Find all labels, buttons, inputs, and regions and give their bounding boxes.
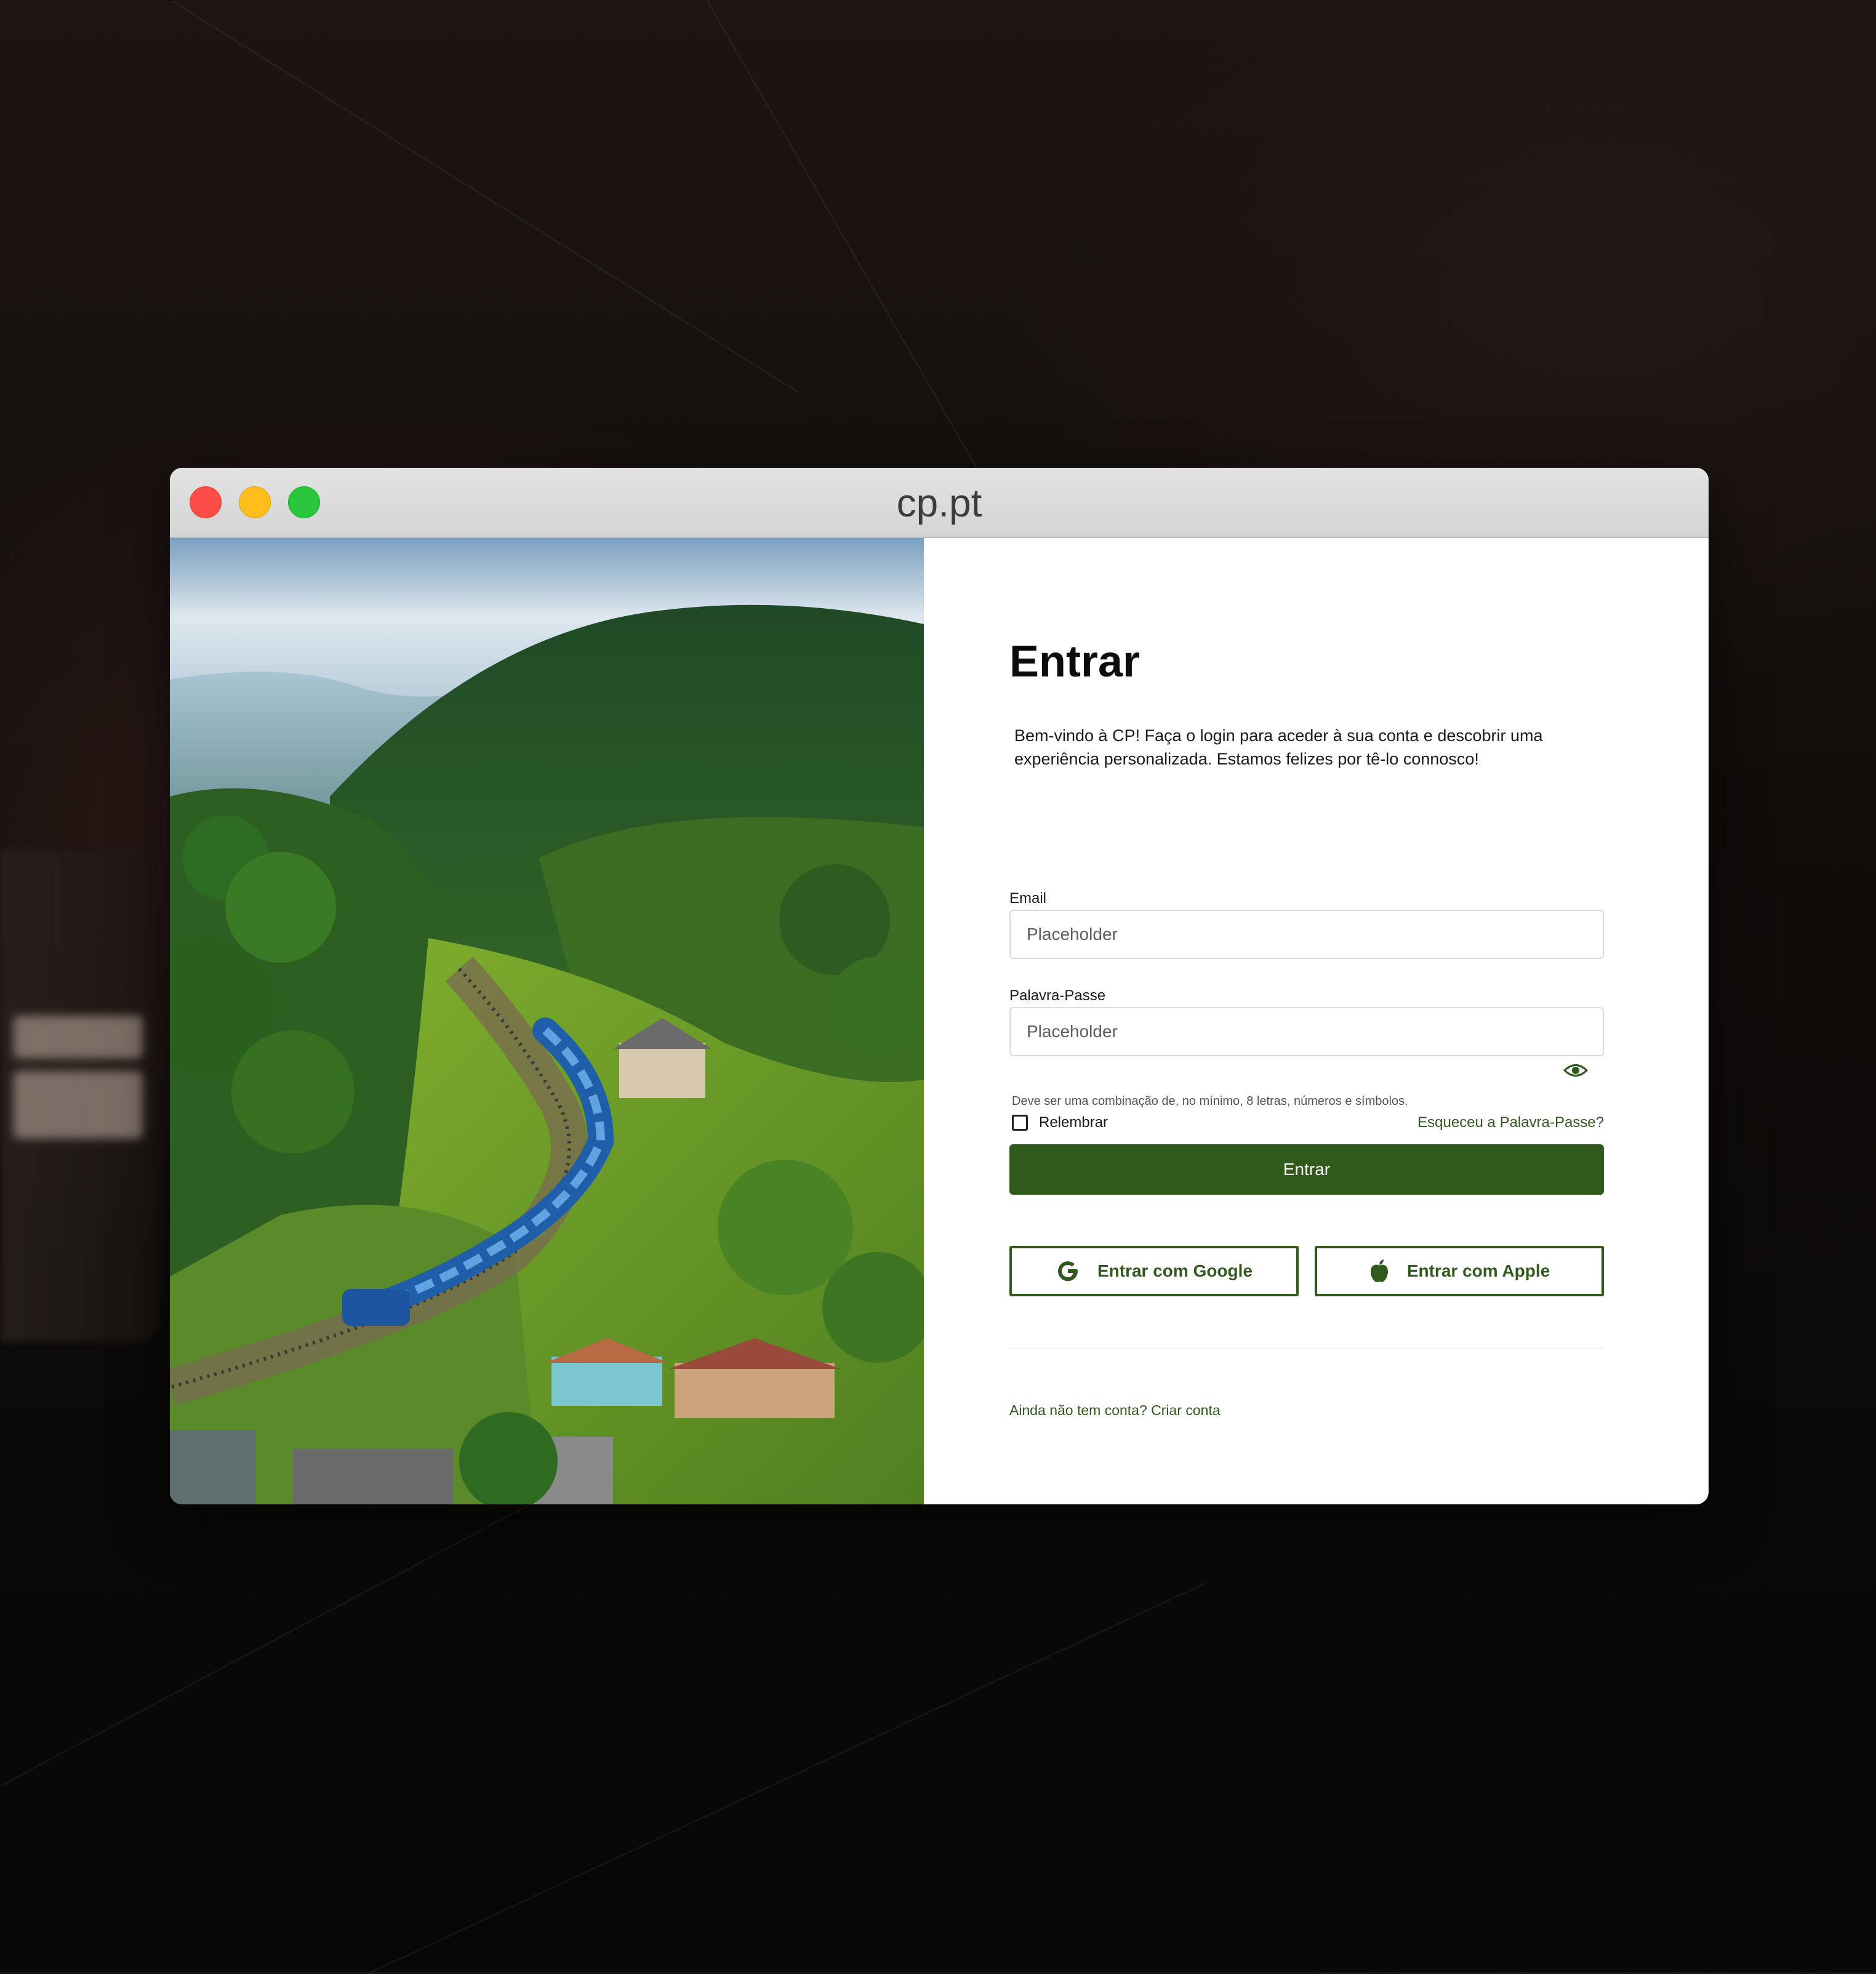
google-icon xyxy=(1057,1261,1078,1282)
divider xyxy=(1009,1348,1604,1349)
password-field[interactable] xyxy=(1009,1007,1604,1056)
remember-label[interactable]: Relembrar xyxy=(1039,1114,1108,1131)
title-bar: cp.pt xyxy=(170,468,1709,538)
apple-login-label: Entrar com Apple xyxy=(1406,1261,1550,1280)
background-train xyxy=(0,849,160,1342)
background-line xyxy=(369,1582,1207,1974)
login-button[interactable]: Entrar xyxy=(1009,1144,1604,1195)
hero-image xyxy=(170,538,924,1504)
landscape-illustration xyxy=(170,538,924,1504)
background-train-window xyxy=(14,1016,143,1059)
browser-window: cp.pt Entrar Bem-vindo à CP! Faça o logi… xyxy=(170,468,1709,1504)
background-train-window xyxy=(14,1071,143,1139)
page-title: Entrar xyxy=(1009,637,1140,686)
background-line xyxy=(171,0,799,393)
forgot-password-link[interactable]: Esqueceu a Palavra-Passe? xyxy=(1417,1114,1604,1131)
address-url: cp.pt xyxy=(896,481,982,525)
password-label: Palavra-Passe xyxy=(1009,987,1106,1004)
welcome-text: Bem-vindo à CP! Faça o login para aceder… xyxy=(1014,726,1543,768)
apple-icon xyxy=(1370,1259,1388,1282)
remember-checkbox[interactable] xyxy=(1012,1115,1028,1131)
apple-login-button[interactable]: Entrar com Apple xyxy=(1315,1246,1604,1296)
login-form: Entrar Bem-vindo à CP! Faça o login para… xyxy=(1009,538,1606,1504)
email-label: Email xyxy=(1009,890,1047,907)
email-field[interactable] xyxy=(1009,910,1604,959)
create-account-link[interactable]: Ainda não tem conta? Criar conta xyxy=(1009,1402,1221,1419)
eye-icon[interactable] xyxy=(1563,1062,1588,1078)
google-login-label: Entrar com Google xyxy=(1097,1261,1253,1280)
password-hint: Deve ser uma combinação de, no mínimo, 8… xyxy=(1012,1094,1408,1108)
background-line xyxy=(706,0,1016,534)
google-login-button[interactable]: Entrar com Google xyxy=(1009,1246,1299,1296)
